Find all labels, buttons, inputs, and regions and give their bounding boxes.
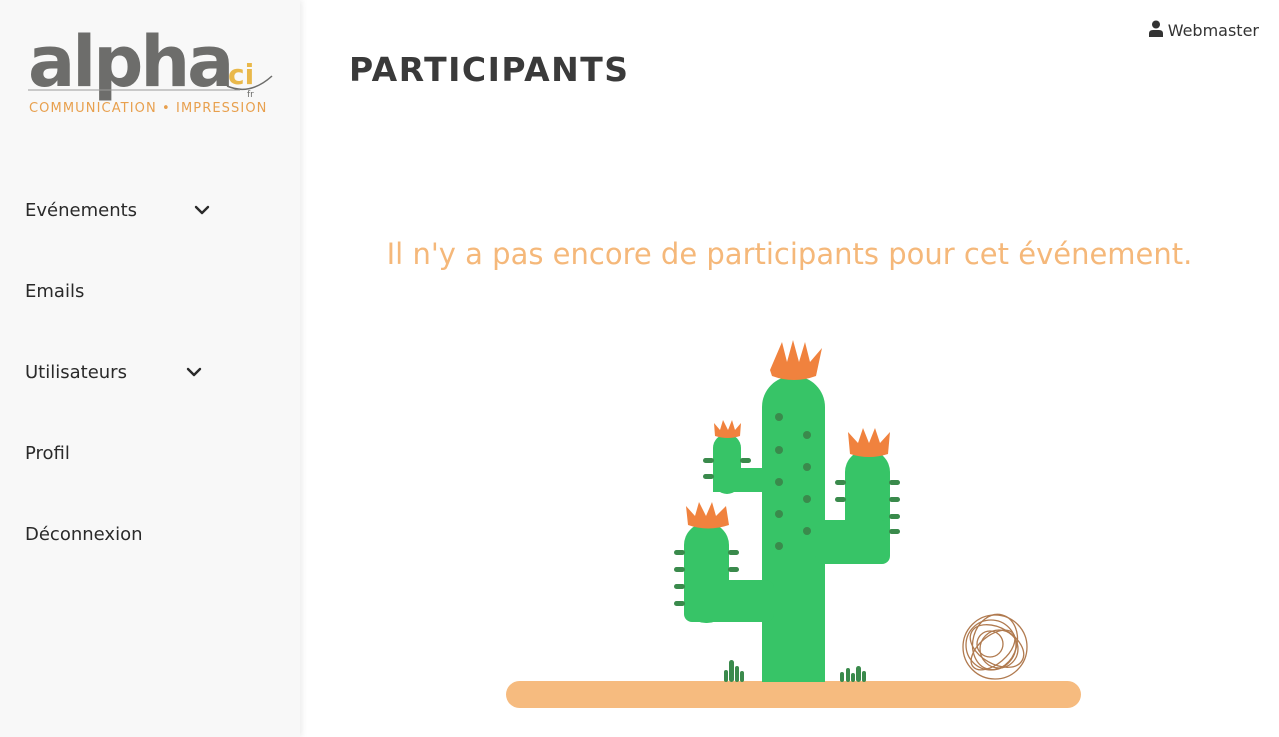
sidebar-item-label: Profil <box>25 442 70 464</box>
logo-tagline: COMMUNICATION • IMPRESSION <box>29 101 267 116</box>
user-name: Webmaster <box>1167 21 1259 40</box>
cactus-illustration <box>500 340 1090 712</box>
sidebar-item-profil[interactable]: Profil <box>25 433 225 473</box>
sidebar-item-emails[interactable]: Emails <box>25 271 225 311</box>
sidebar-item-evenements[interactable]: Evénements <box>25 190 225 230</box>
chevron-down-icon[interactable] <box>184 362 204 382</box>
sidebar-item-label: Emails <box>25 280 85 302</box>
sidebar-item-deconnexion[interactable]: Déconnexion <box>25 514 225 554</box>
sidebar-item-label: Déconnexion <box>25 523 143 545</box>
empty-state-message: Il n'y a pas encore de participants pour… <box>386 237 1193 271</box>
logo-tld: fr <box>247 90 254 100</box>
sidebar-item-label: Utilisateurs <box>25 361 127 383</box>
brand-logo[interactable]: alpha ci fr COMMUNICATION • IMPRESSION <box>28 21 278 118</box>
sidebar-item-utilisateurs[interactable]: Utilisateurs <box>25 352 225 392</box>
user-icon <box>1148 20 1163 41</box>
logo-wordmark: alpha <box>28 26 231 103</box>
page-title: PARTICIPANTS <box>349 50 630 89</box>
sidebar: alpha ci fr COMMUNICATION • IMPRESSION E… <box>0 0 300 737</box>
main-content: Webmaster PARTICIPANTS Il n'y a pas enco… <box>300 0 1279 737</box>
logo-badge: ci <box>228 58 254 91</box>
sidebar-item-label: Evénements <box>25 199 138 221</box>
user-menu[interactable]: Webmaster <box>1148 20 1259 41</box>
chevron-down-icon[interactable] <box>192 200 212 220</box>
